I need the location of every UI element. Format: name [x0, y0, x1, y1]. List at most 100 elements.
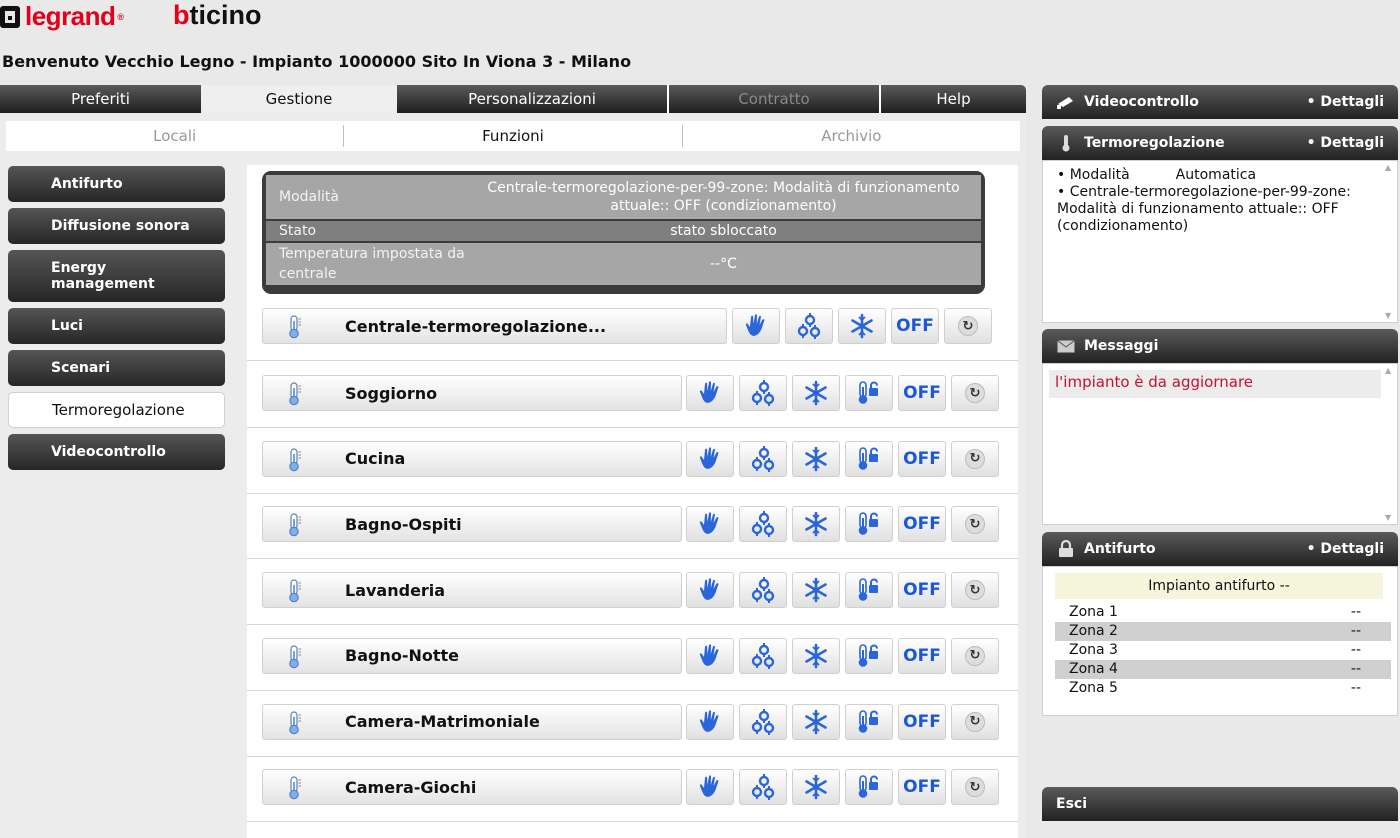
mode-auto-button[interactable] — [739, 572, 787, 609]
tab-personalizzazioni[interactable]: Personalizzazioni — [397, 85, 667, 113]
local-lock-button[interactable] — [845, 703, 893, 740]
mode-off-button[interactable]: OFF — [891, 308, 939, 344]
logout-label[interactable]: Esci — [1056, 796, 1087, 812]
summary-value: stato sbloccato — [670, 223, 777, 239]
refresh-button[interactable]: ↻ — [944, 308, 992, 344]
messages-scrollbar[interactable]: ▲ ▼ — [1383, 366, 1395, 522]
side-menu: Antifurto Diffusione sonora Energy manag… — [8, 166, 226, 476]
tab-help[interactable]: Help — [879, 85, 1026, 113]
zone-bar[interactable]: Bagno-Ospiti — [262, 506, 682, 543]
mode-off-button[interactable]: OFF — [898, 703, 946, 740]
zone-bar[interactable]: Cucina — [262, 440, 682, 477]
refresh-button[interactable]: ↻ — [951, 637, 999, 674]
mode-auto-button[interactable] — [739, 703, 787, 740]
mode-auto-button[interactable] — [785, 308, 833, 344]
mode-off-button[interactable]: OFF — [898, 506, 946, 543]
mode-antifreeze-button[interactable] — [792, 572, 840, 609]
zone-bar[interactable]: Bagno-Notte — [262, 637, 682, 674]
refresh-button[interactable]: ↻ — [951, 506, 999, 543]
mode-manual-button[interactable] — [686, 769, 734, 806]
local-lock-button[interactable] — [845, 637, 893, 674]
tab-preferiti[interactable]: Preferiti — [0, 85, 201, 113]
off-label: OFF — [903, 448, 941, 469]
refresh-button[interactable]: ↻ — [951, 572, 999, 609]
mode-antifreeze-button[interactable] — [792, 440, 840, 477]
message-item[interactable]: l'impianto è da aggiornare — [1049, 370, 1381, 398]
mode-antifreeze-button[interactable] — [838, 308, 886, 344]
refresh-button[interactable]: ↻ — [951, 375, 999, 411]
side-item-videocontrollo[interactable]: Videocontrollo — [8, 434, 225, 470]
mode-auto-button[interactable] — [739, 440, 787, 477]
zone-bar[interactable]: Soggiorno — [262, 375, 682, 411]
main-tabs: Preferiti Gestione Personalizzazioni Con… — [0, 85, 1026, 113]
side-item-energy-management[interactable]: Energy management — [8, 250, 225, 302]
subtab-archivio[interactable]: Archivio — [683, 125, 1020, 147]
zone-name: Camera-Matrimoniale — [345, 712, 540, 731]
summary-key: Temperatura impostata da centrale — [279, 246, 465, 282]
refresh-button[interactable]: ↻ — [951, 769, 999, 806]
mode-antifreeze-button[interactable] — [792, 703, 840, 740]
zone-bar[interactable]: Lavanderia — [262, 572, 682, 609]
thermo-lock-icon — [856, 380, 882, 406]
mode-manual-button[interactable] — [686, 572, 734, 609]
thermo-lock-icon — [856, 709, 882, 735]
mode-manual-button[interactable] — [686, 703, 734, 740]
zone-bar[interactable]: Camera-Matrimoniale — [262, 703, 682, 740]
subtab-locali[interactable]: Locali — [6, 125, 345, 147]
zone-name: Lavanderia — [345, 580, 446, 600]
zone-controls: OFF ↻ — [732, 308, 992, 344]
mode-auto-button[interactable] — [739, 375, 787, 411]
logout-bar[interactable]: Esci — [1042, 787, 1398, 821]
side-item-termoregolazione[interactable]: Termoregolazione — [8, 392, 225, 428]
local-lock-button[interactable] — [845, 769, 893, 806]
side-item-luci[interactable]: Luci — [8, 308, 225, 344]
gears-icon — [749, 642, 777, 670]
mode-antifreeze-button[interactable] — [792, 506, 840, 543]
mode-manual-button[interactable] — [732, 308, 780, 344]
refresh-button[interactable]: ↻ — [951, 440, 999, 477]
summary-box: Modalità Centrale-termoregolazione-per-9… — [262, 171, 985, 294]
mode-manual-button[interactable] — [686, 440, 734, 477]
widget-videocontrollo-header: Videocontrollo • Dettagli — [1042, 85, 1398, 119]
mode-manual-button[interactable] — [686, 375, 734, 411]
mode-auto-button[interactable] — [739, 637, 787, 674]
snowflake-icon — [803, 709, 829, 735]
mode-off-button[interactable]: OFF — [898, 375, 946, 411]
antifurto-zone-row: Zona 5 -- — [1055, 679, 1391, 698]
mode-auto-button[interactable] — [739, 506, 787, 543]
tab-gestione[interactable]: Gestione — [201, 85, 397, 113]
padlock-icon — [1056, 539, 1076, 559]
mode-antifreeze-button[interactable] — [792, 637, 840, 674]
local-lock-button[interactable] — [845, 375, 893, 411]
termo-scrollbar[interactable]: ▲ ▼ — [1383, 163, 1395, 320]
mode-antifreeze-button[interactable] — [792, 375, 840, 411]
local-lock-button[interactable] — [845, 440, 893, 477]
tab-contratto[interactable]: Contratto — [667, 85, 879, 113]
zone-row: Cucina OFF ↻ — [247, 428, 1018, 494]
mode-off-button[interactable]: OFF — [898, 572, 946, 609]
subtab-funzioni[interactable]: Funzioni — [344, 125, 683, 147]
thermo-lock-icon — [856, 643, 882, 669]
mode-manual-button[interactable] — [686, 506, 734, 543]
side-item-scenari[interactable]: Scenari — [8, 350, 225, 386]
termoregolazione-details-link[interactable]: • Dettagli — [1307, 135, 1384, 151]
mode-antifreeze-button[interactable] — [792, 769, 840, 806]
refresh-button[interactable]: ↻ — [951, 703, 999, 740]
local-lock-button[interactable] — [845, 506, 893, 543]
zone-row: Bagno-Notte OFF ↻ — [247, 625, 1018, 691]
off-label: OFF — [896, 316, 934, 336]
mode-off-button[interactable]: OFF — [898, 637, 946, 674]
mode-off-button[interactable]: OFF — [898, 769, 946, 806]
videocontrollo-details-link[interactable]: • Dettagli — [1307, 94, 1384, 110]
mode-auto-button[interactable] — [739, 769, 787, 806]
antifurto-details-link[interactable]: • Dettagli — [1307, 541, 1384, 557]
side-item-antifurto[interactable]: Antifurto — [8, 166, 225, 202]
zone-bar[interactable]: Camera-Giochi — [262, 769, 682, 806]
mode-off-button[interactable]: OFF — [898, 440, 946, 477]
side-item-diffusione-sonora[interactable]: Diffusione sonora — [8, 208, 225, 244]
mode-manual-button[interactable] — [686, 637, 734, 674]
local-lock-button[interactable] — [845, 572, 893, 609]
off-label: OFF — [903, 777, 941, 798]
zone-bar[interactable]: Centrale-termoregolazione... — [262, 308, 727, 344]
hand-icon — [697, 511, 723, 537]
